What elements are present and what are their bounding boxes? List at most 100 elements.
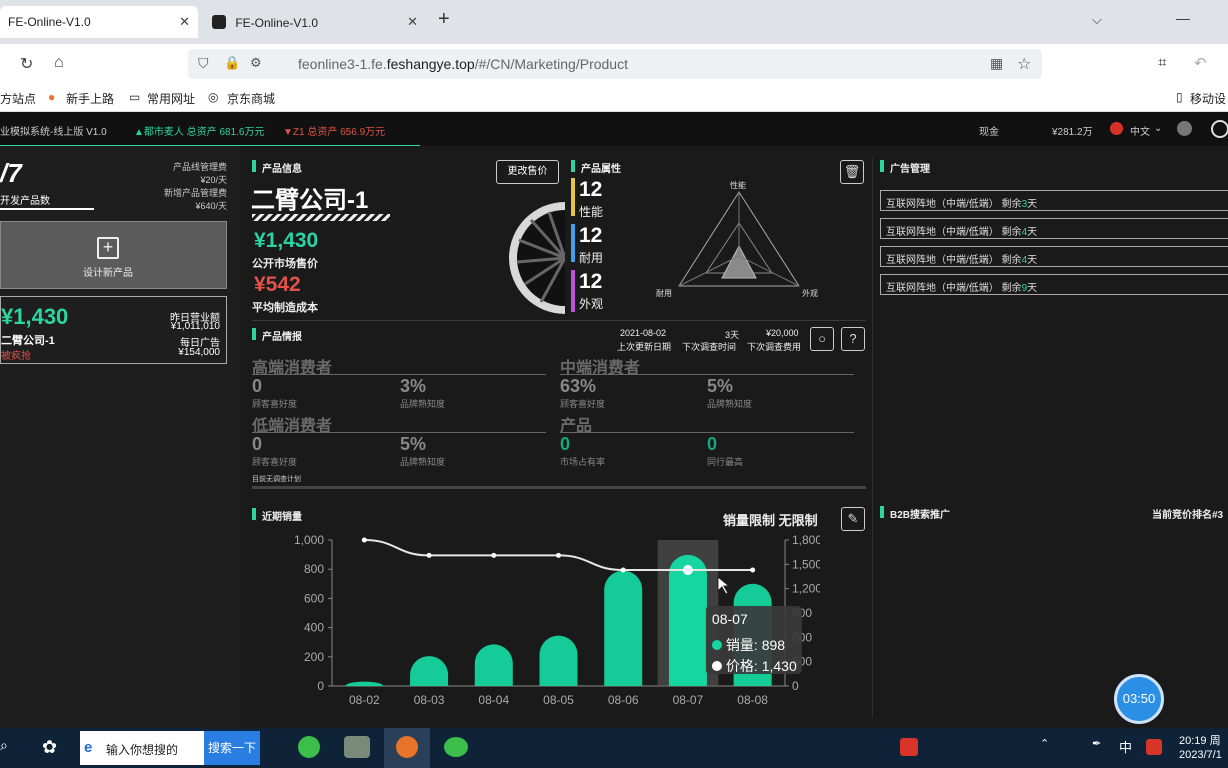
trash-icon[interactable]: 🗑 — [840, 160, 864, 184]
yesterday-rev-value: ¥1,011,010 — [170, 321, 220, 332]
url-host-pre: feonline3-1.fe. — [298, 56, 387, 72]
intel-label: 品牌熟知度 — [400, 457, 446, 467]
folder-icon: ▭ — [129, 90, 141, 104]
shield-icon[interactable]: ⛉ — [198, 55, 209, 72]
chevron-down-icon[interactable]: ⌄ — [1154, 123, 1162, 134]
ad-unit: 天 — [1027, 255, 1038, 266]
line-mgr-value: ¥20/天 — [200, 175, 227, 185]
section-title: 产品情报 — [252, 328, 302, 343]
ad-text: 互联网阵地（中端/低端） 剩余 — [886, 255, 1022, 266]
new-tab-button[interactable]: + — [438, 8, 450, 31]
next-cost-label: 下次调查费用 — [747, 342, 802, 352]
section-title: 产品信息 — [252, 160, 302, 175]
sales-chart[interactable]: 02004006008001,00003006009001,2001,5001,… — [280, 530, 820, 720]
music-icon[interactable] — [1177, 121, 1192, 136]
tooltip-price-dot — [711, 661, 722, 671]
intel-label: 同行最高 — [707, 457, 744, 467]
ad-item[interactable]: 互联网阵地（中端/低端） 剩余4天 — [880, 246, 1228, 267]
product-name: 二臂公司-1 — [251, 187, 369, 214]
y-left-tick-label: 200 — [304, 650, 324, 664]
bookmark-item[interactable]: 移动设 — [1190, 90, 1226, 107]
y-right-tick-label: 1,500 — [792, 557, 820, 571]
undo-icon[interactable]: ↶ — [1194, 54, 1207, 72]
mobile-icon: ▯ — [1176, 90, 1183, 104]
intel-value: 5% — [400, 434, 427, 454]
pen-icon[interactable]: ✒ — [1092, 737, 1101, 750]
search-icon[interactable]: ⌕ — [0, 737, 8, 754]
countdown-timer[interactable]: 03:50 — [1114, 674, 1164, 724]
browser-app-icon[interactable] — [298, 736, 320, 758]
web-search-input[interactable]: e 输入你想搜的 — [80, 731, 204, 765]
firefox-icon — [396, 736, 418, 758]
refresh-icon[interactable]: ○ — [810, 327, 834, 351]
attr-label: 外观 — [579, 297, 604, 311]
ad-text: 互联网阵地（中端/低端） 剩余 — [886, 199, 1022, 210]
bookmark-item[interactable]: 京东商城 — [227, 90, 275, 107]
next-cost: ¥20,000 — [766, 328, 799, 338]
sogou-icon[interactable] — [1146, 739, 1162, 755]
close-icon[interactable]: ✕ — [407, 14, 418, 30]
y-left-tick-label: 1,000 — [294, 533, 324, 547]
app-icon[interactable]: ✿ — [42, 737, 57, 758]
crop-icon[interactable]: ⌗ — [1158, 54, 1166, 71]
market-price: ¥1,430 — [254, 229, 319, 252]
sales-bar — [604, 570, 643, 686]
dev-label: 开发产品数 — [0, 196, 50, 207]
change-price-button[interactable]: 更改售价 — [496, 160, 559, 184]
tab-inactive[interactable]: FE-Online-V1.0 ✕ — [204, 6, 426, 38]
section-title: 近期销量 — [252, 508, 302, 523]
ime-indicator[interactable]: 中 — [1119, 737, 1132, 756]
minimize-icon[interactable]: — — [1176, 10, 1190, 26]
y-left-tick-label: 800 — [304, 562, 324, 576]
avg-cost-label: 平均制造成本 — [252, 302, 318, 314]
wechat-icon[interactable] — [444, 737, 468, 757]
radar-label: 性能 — [730, 180, 746, 190]
firefox-taskbar-item[interactable] — [384, 728, 430, 768]
edit-icon[interactable]: ✎ — [841, 507, 865, 531]
ad-item[interactable]: 互联网阵地（中端/低端） 剩余9天 — [880, 274, 1228, 295]
avatar[interactable] — [1211, 120, 1228, 138]
attr-bar-performance — [571, 178, 575, 216]
clock-time: 20:19 周 — [1179, 735, 1221, 747]
radar-label: 耐用 — [656, 288, 672, 298]
new-mgr-value: ¥640/天 — [195, 201, 227, 211]
x-tick-label: 08-07 — [673, 693, 704, 707]
plus-icon: + — [97, 237, 119, 259]
lock-warning-icon[interactable]: 🔒 — [224, 55, 240, 71]
wps-icon[interactable] — [900, 738, 918, 756]
ad-item[interactable]: 互联网阵地（中端/低端） 剩余3天 — [880, 190, 1228, 211]
x-tick-label: 08-04 — [478, 693, 509, 707]
intel-value: 63% — [560, 376, 597, 396]
sales-bar — [539, 635, 578, 686]
product-summary-card[interactable]: ¥1,430 二臂公司-1 被疯抢 昨日营业额 ¥1,011,010 每日广告 … — [0, 296, 227, 364]
bookmark-item[interactable]: 新手上路 — [66, 90, 114, 107]
tab-title: FE-Online-V1.0 — [235, 16, 319, 30]
permissions-icon[interactable]: ⚙ — [250, 55, 262, 71]
tab-active[interactable]: FE-Online-V1.0 ✕ — [0, 6, 198, 38]
price-point — [750, 567, 756, 573]
close-icon[interactable]: ✕ — [179, 14, 190, 30]
qr-code-icon[interactable]: ▦ — [990, 55, 1003, 72]
y-right-tick-label: 1,200 — [792, 582, 820, 596]
bookmark-item[interactable]: 方站点 — [0, 90, 36, 107]
tab-list-chevron-icon[interactable]: ⌵ — [1092, 12, 1102, 28]
design-new-product-card[interactable]: + 设计新产品 — [0, 221, 227, 289]
star-icon[interactable]: ☆ — [1017, 54, 1031, 74]
update-date: 2021-08-02 — [620, 328, 667, 338]
home-icon[interactable]: ⌂ — [54, 54, 64, 72]
intel-label: 市场占有率 — [560, 457, 606, 467]
game-app-icon[interactable] — [344, 736, 370, 758]
search-button[interactable]: 搜索一下 — [204, 731, 260, 765]
language-select[interactable]: 中文 — [1130, 123, 1150, 138]
left-column: /7 开发产品数 产品线管理费 ¥20/天 新增产品管理费 ¥640/天 + 设… — [0, 146, 240, 728]
radar-chart: 性能 耐用 外观 — [656, 180, 818, 298]
globe-icon: ◎ — [208, 90, 219, 104]
help-icon[interactable]: ? — [841, 327, 865, 351]
url-text[interactable]: feonline3-1.fe.feshangye.top/#/CN/Market… — [298, 56, 628, 72]
reload-icon[interactable]: ↻ — [20, 54, 33, 74]
bookmark-item[interactable]: 常用网址 — [147, 90, 195, 107]
address-bar[interactable]: ⛉ 🔒 ⚙ feonline3-1.fe.feshangye.top/#/CN/… — [188, 49, 1042, 79]
chevron-up-icon[interactable]: ⌃ — [1040, 737, 1049, 750]
intel-label: 品牌熟知度 — [400, 399, 446, 409]
ad-item[interactable]: 互联网阵地（中端/低端） 剩余4天 — [880, 218, 1228, 239]
